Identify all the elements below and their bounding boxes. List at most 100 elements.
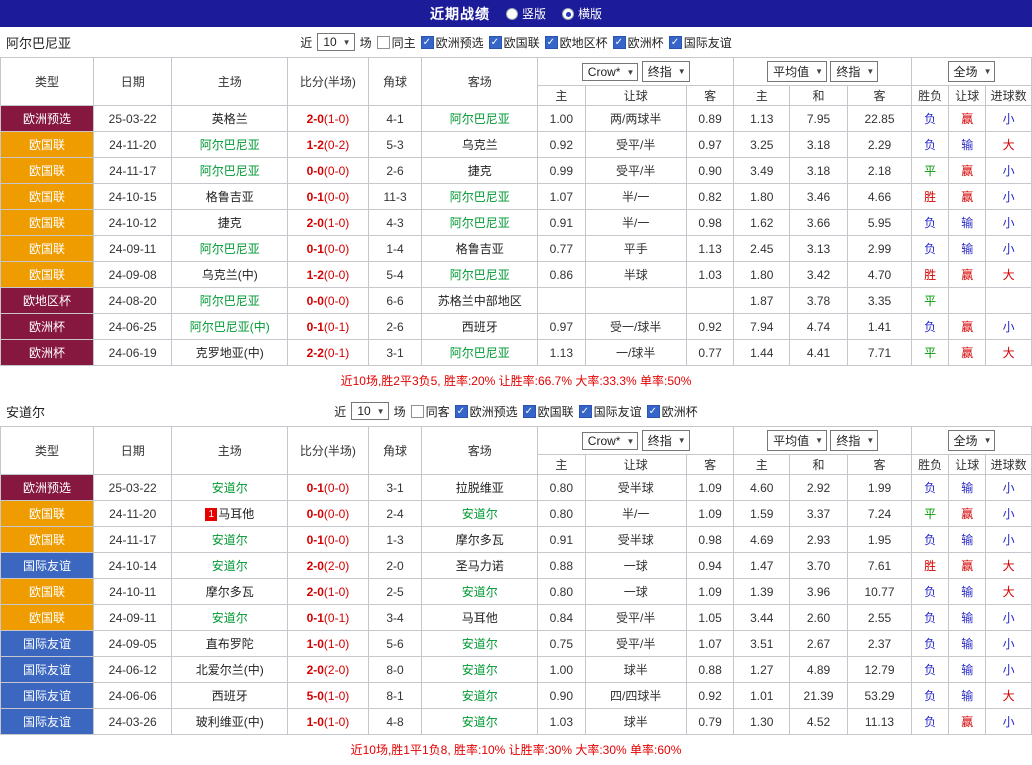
- avg-select[interactable]: 平均值▼: [767, 61, 827, 82]
- away-team-name[interactable]: 阿尔巴尼亚: [450, 216, 510, 230]
- away-team-name[interactable]: 阿尔巴尼亚: [450, 268, 510, 282]
- corner-score: 2-6: [368, 158, 422, 184]
- home-team-name[interactable]: 捷克: [218, 216, 242, 230]
- filter-checkbox[interactable]: 欧洲预选: [421, 34, 484, 51]
- home-team-name[interactable]: 阿尔巴尼亚: [200, 138, 260, 152]
- away-team-name[interactable]: 乌克兰: [462, 138, 498, 152]
- handicap-line: 半/一: [585, 184, 686, 210]
- result-win-lose: 负: [912, 709, 949, 735]
- away-team-cell: 苏格兰中部地区: [422, 288, 538, 314]
- match-count-select[interactable]: 10▼: [317, 33, 354, 51]
- home-team-name[interactable]: 格鲁吉亚: [206, 190, 254, 204]
- avg-home-odds: 7.94: [734, 314, 790, 340]
- result-handicap: 赢: [949, 501, 986, 527]
- home-team-name[interactable]: 乌克兰(中): [202, 268, 258, 282]
- away-team-name[interactable]: 拉脱维亚: [456, 481, 504, 495]
- match-date: 24-03-26: [93, 709, 172, 735]
- match-row: 国际友谊24-03-26玻利维亚(中)1-0(1-0)4-8安道尔1.03球半0…: [1, 709, 1032, 735]
- home-team-name[interactable]: 克罗地亚(中): [196, 346, 264, 360]
- odds-company-select[interactable]: Crow*▼: [582, 63, 639, 81]
- col-corner: 角球: [368, 427, 422, 475]
- away-team-name[interactable]: 安道尔: [462, 689, 498, 703]
- avg-final-select[interactable]: 终指▼: [830, 61, 878, 82]
- filter-checkbox[interactable]: 同客: [411, 403, 450, 420]
- away-team-name[interactable]: 马耳他: [462, 611, 498, 625]
- away-team-name[interactable]: 安道尔: [462, 507, 498, 521]
- odds-final-select[interactable]: 终指▼: [642, 430, 690, 451]
- full-match-select[interactable]: 全场▼: [948, 61, 996, 82]
- avg-away-odds: 7.61: [847, 553, 911, 579]
- home-team-cell: 格鲁吉亚: [172, 184, 288, 210]
- away-team-cell: 安道尔: [422, 683, 538, 709]
- away-team-name[interactable]: 安道尔: [462, 715, 498, 729]
- home-team-name[interactable]: 安道尔: [212, 481, 248, 495]
- home-team-name[interactable]: 北爱尔兰(中): [196, 663, 264, 677]
- home-team-name[interactable]: 玻利维亚(中): [196, 715, 264, 729]
- home-team-name[interactable]: 安道尔: [212, 559, 248, 573]
- record-summary: 近10场,胜2平3负5, 胜率:20% 让胜率:66.7% 大率:33.3% 单…: [0, 366, 1032, 396]
- home-team-name[interactable]: 阿尔巴尼亚(中): [190, 320, 270, 334]
- avg-away-odds: 2.18: [847, 158, 911, 184]
- away-team-name[interactable]: 阿尔巴尼亚: [450, 112, 510, 126]
- odds-group-header: Crow*▼ 终指▼: [538, 427, 734, 455]
- chevron-down-icon: ▼: [343, 38, 351, 47]
- away-odds: 1.09: [686, 501, 734, 527]
- result-handicap: 输: [949, 579, 986, 605]
- away-team-name[interactable]: 安道尔: [462, 585, 498, 599]
- home-team-name[interactable]: 安道尔: [212, 611, 248, 625]
- match-date: 24-11-20: [93, 501, 172, 527]
- handicap-line: 一球: [585, 579, 686, 605]
- filter-checkbox[interactable]: 欧洲杯: [647, 403, 698, 420]
- home-team-name[interactable]: 英格兰: [212, 112, 248, 126]
- away-team-name[interactable]: 安道尔: [462, 637, 498, 651]
- match-date: 24-10-11: [93, 579, 172, 605]
- away-team-name[interactable]: 圣马力诺: [456, 559, 504, 573]
- home-team-name[interactable]: 摩尔多瓦: [206, 585, 254, 599]
- away-team-name[interactable]: 格鲁吉亚: [456, 242, 504, 256]
- subcol-away-odds: 客: [686, 86, 734, 106]
- avg-select[interactable]: 平均值▼: [767, 430, 827, 451]
- full-match-select[interactable]: 全场▼: [948, 430, 996, 451]
- odds-final-select[interactable]: 终指▼: [642, 61, 690, 82]
- match-count-value: 10: [357, 404, 370, 418]
- away-team-name[interactable]: 苏格兰中部地区: [438, 294, 522, 308]
- avg-final-select[interactable]: 终指▼: [830, 430, 878, 451]
- filter-checkbox[interactable]: 同主: [377, 34, 416, 51]
- away-team-name[interactable]: 阿尔巴尼亚: [450, 190, 510, 204]
- home-team-name[interactable]: 安道尔: [212, 533, 248, 547]
- away-team-name[interactable]: 西班牙: [462, 320, 498, 334]
- matches-table: 类型 日期 主场 比分(半场) 角球 客场 Crow*▼ 终指▼ 平均值▼ 终指…: [0, 426, 1032, 735]
- home-team-cell: 玻利维亚(中): [172, 709, 288, 735]
- col-away: 客场: [422, 58, 538, 106]
- filter-checkbox[interactable]: 欧洲预选: [455, 403, 518, 420]
- filter-checkbox[interactable]: 欧国联: [489, 34, 540, 51]
- corner-score: 3-1: [368, 475, 422, 501]
- filter-checkbox[interactable]: 欧地区杯: [545, 34, 608, 51]
- avg-home-odds: 2.45: [734, 236, 790, 262]
- away-team-name[interactable]: 摩尔多瓦: [456, 533, 504, 547]
- home-team-cell: 阿尔巴尼亚: [172, 132, 288, 158]
- home-team-name[interactable]: 阿尔巴尼亚: [200, 164, 260, 178]
- score: 2-0(2-0): [288, 657, 369, 683]
- odds-company-select[interactable]: Crow*▼: [582, 432, 639, 450]
- radio-horizontal-view[interactable]: 横版: [562, 5, 602, 22]
- away-team-name[interactable]: 阿尔巴尼亚: [450, 346, 510, 360]
- home-team-name[interactable]: 阿尔巴尼亚: [200, 242, 260, 256]
- result-handicap: 输: [949, 132, 986, 158]
- filter-checkbox[interactable]: 欧洲杯: [613, 34, 664, 51]
- home-team-name[interactable]: 西班牙: [212, 689, 248, 703]
- match-date: 24-06-19: [93, 340, 172, 366]
- home-team-name[interactable]: 直布罗陀: [206, 637, 254, 651]
- filter-checkbox[interactable]: 欧国联: [523, 403, 574, 420]
- result-win-lose: 胜: [912, 184, 949, 210]
- avg-draw-odds: 3.96: [790, 579, 848, 605]
- filter-checkbox[interactable]: 国际友谊: [669, 34, 732, 51]
- radio-vertical-view[interactable]: 竖版: [506, 5, 546, 22]
- home-team-name[interactable]: 马耳他: [218, 507, 254, 521]
- away-team-name[interactable]: 安道尔: [462, 663, 498, 677]
- home-team-cell: 西班牙: [172, 683, 288, 709]
- filter-checkbox[interactable]: 国际友谊: [579, 403, 642, 420]
- home-team-name[interactable]: 阿尔巴尼亚: [200, 294, 260, 308]
- match-count-select[interactable]: 10▼: [351, 402, 388, 420]
- away-team-name[interactable]: 捷克: [468, 164, 492, 178]
